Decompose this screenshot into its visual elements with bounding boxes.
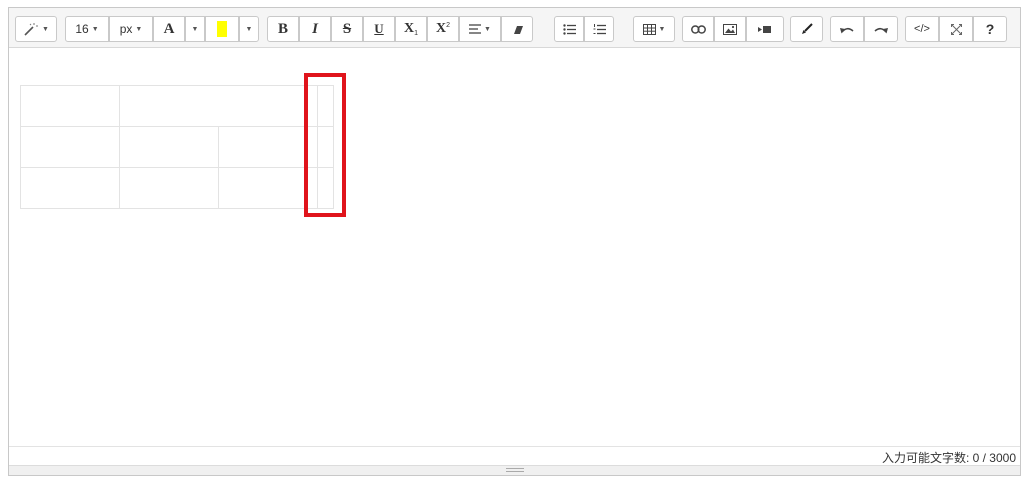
superscript-icon: X xyxy=(435,21,447,36)
font-color-button[interactable]: A xyxy=(153,16,185,42)
fullscreen-button[interactable] xyxy=(939,16,973,42)
highlight-box xyxy=(304,73,346,217)
table-cell[interactable] xyxy=(119,126,219,168)
undo-button[interactable] xyxy=(830,16,864,42)
image-icon xyxy=(723,23,737,35)
video-icon xyxy=(758,25,771,33)
align-dropdown[interactable]: ▼ xyxy=(459,16,501,42)
table-row xyxy=(20,126,334,168)
code-icon: </> xyxy=(914,23,930,35)
resize-bar[interactable] xyxy=(9,465,1020,475)
align-icon xyxy=(469,24,482,34)
fullscreen-icon xyxy=(950,23,962,35)
resize-grip-icon[interactable] xyxy=(506,468,524,472)
font-color-dropdown[interactable]: ▼ xyxy=(185,16,205,42)
font-unit-dropdown[interactable]: px ▼ xyxy=(109,16,153,42)
subscript-icon: X xyxy=(403,21,415,36)
table-cell[interactable] xyxy=(119,85,318,127)
chevron-down-icon: ▼ xyxy=(91,25,99,33)
editor-toolbar: ▼ 16 ▼ px ▼ A ▼ ▼ B I S U X 1 X 2 ▼ ▼ </… xyxy=(9,8,1020,48)
help-button[interactable]: ? xyxy=(973,16,1007,42)
chevron-down-icon: ▼ xyxy=(245,25,253,33)
undo-icon xyxy=(840,27,854,33)
italic-button[interactable]: I xyxy=(299,16,331,42)
bullet-list-icon xyxy=(562,23,576,35)
redo-button[interactable] xyxy=(864,16,898,42)
insert-image-button[interactable] xyxy=(714,16,746,42)
table-cell[interactable] xyxy=(218,167,318,209)
chevron-down-icon: ▼ xyxy=(191,25,199,33)
status-bar: 入力可能文字数: 0 / 3000 xyxy=(9,446,1020,466)
strikethrough-icon: S xyxy=(342,20,352,37)
bold-icon: B xyxy=(277,20,288,37)
editor-table[interactable] xyxy=(20,85,334,209)
format-painter-button[interactable] xyxy=(790,16,823,42)
font-size-dropdown[interactable]: 16 ▼ xyxy=(65,16,109,42)
font-unit-value: px xyxy=(119,22,133,36)
table-cell[interactable] xyxy=(20,167,120,209)
insert-link-button[interactable] xyxy=(682,16,714,42)
table-cell[interactable] xyxy=(218,126,318,168)
underline-button[interactable]: U xyxy=(363,16,395,42)
chevron-down-icon: ▼ xyxy=(135,25,143,33)
bold-button[interactable]: B xyxy=(267,16,299,42)
redo-icon xyxy=(874,27,888,33)
numbered-list-icon xyxy=(593,23,606,34)
char-counter: 入力可能文字数: 0 / 3000 xyxy=(881,451,1016,465)
highlight-color-button[interactable] xyxy=(205,16,239,42)
code-view-button[interactable]: </> xyxy=(905,16,939,42)
italic-icon: I xyxy=(312,20,318,37)
subscript-button[interactable]: X1 xyxy=(395,16,427,42)
superscript-button[interactable]: X2 xyxy=(427,16,459,42)
underline-icon: U xyxy=(374,21,384,36)
clear-format-button[interactable] xyxy=(501,16,533,42)
brush-icon xyxy=(801,23,813,34)
table-cell[interactable] xyxy=(20,126,120,168)
table-row xyxy=(20,167,334,209)
table-row xyxy=(20,85,334,127)
highlight-swatch-icon xyxy=(217,21,227,37)
ordered-list-button[interactable] xyxy=(584,16,614,42)
font-color-icon: A xyxy=(163,20,175,37)
chevron-down-icon: ▼ xyxy=(658,25,666,33)
table-cell[interactable] xyxy=(20,85,120,127)
help-icon: ? xyxy=(985,21,995,37)
eraser-icon xyxy=(514,25,523,34)
rich-text-editor: ▼ 16 ▼ px ▼ A ▼ ▼ B I S U X 1 X 2 ▼ ▼ </… xyxy=(8,7,1021,476)
highlight-color-dropdown[interactable]: ▼ xyxy=(239,16,259,42)
insert-video-button[interactable] xyxy=(746,16,784,42)
font-size-value: 16 xyxy=(75,22,89,36)
unordered-list-button[interactable] xyxy=(554,16,584,42)
editor-content-area[interactable] xyxy=(9,48,1020,446)
chevron-down-icon: ▼ xyxy=(484,25,491,33)
link-icon xyxy=(690,24,706,34)
magic-style-button[interactable]: ▼ xyxy=(15,16,57,42)
strikethrough-button[interactable]: S xyxy=(331,16,363,42)
magic-wand-icon xyxy=(24,23,39,36)
table-icon xyxy=(642,23,656,35)
table-cell[interactable] xyxy=(119,167,219,209)
table-dropdown[interactable]: ▼ xyxy=(633,16,675,42)
